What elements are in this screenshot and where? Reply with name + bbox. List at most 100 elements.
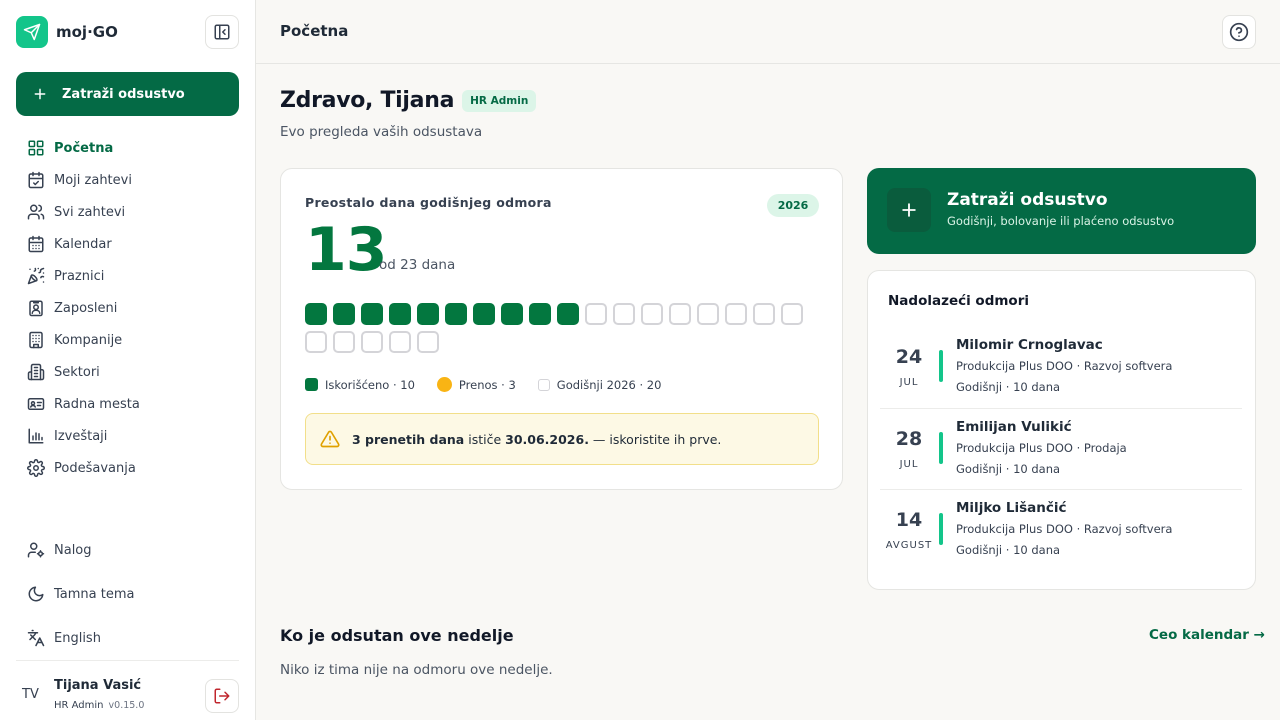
legend-carryover: Prenos · 3 — [436, 377, 516, 392]
legend-carryover-label: Prenos · 3 — [458, 377, 516, 392]
plus-icon — [887, 188, 931, 232]
remaining-days: 13 — [305, 215, 387, 285]
employee-name: Miljko Lišančić — [956, 500, 1067, 516]
vacation-bar — [939, 432, 943, 464]
employee-org: Produkcija Plus DOO · Razvoj softvera — [956, 359, 1173, 373]
day-cell-available — [725, 303, 747, 325]
employee-name: Emilijan Vulikić — [956, 419, 1072, 435]
request-leave-card[interactable]: Zatraži odsustvo Godišnji, bolovanje ili… — [867, 168, 1256, 254]
logout-button[interactable] — [205, 679, 239, 713]
vacation-month: AVGUST — [885, 540, 933, 551]
sidebar-item-kompanije[interactable]: Kompanije — [16, 324, 239, 356]
dark-theme-toggle[interactable]: Tamna tema — [16, 572, 239, 616]
sidebar-item-label: Izveštaji — [54, 428, 108, 444]
sidebar-item-pocetna[interactable]: Početna — [16, 132, 239, 164]
sidebar-item-izvestaji[interactable]: Izveštaji — [16, 420, 239, 452]
calendar-check-icon — [26, 170, 46, 190]
vacation-type: Godišnji · 10 dana — [956, 380, 1061, 394]
sidebar-item-label: Nalog — [54, 542, 92, 558]
calendar-icon — [26, 234, 46, 254]
day-cell-available — [361, 331, 383, 353]
vacation-day: 28 — [895, 428, 923, 450]
day-cell-available — [613, 303, 635, 325]
app-version: v0.15.0 — [108, 700, 145, 711]
sidebar-item-label: English — [54, 630, 101, 646]
vacation-type: Godišnji · 10 dana — [956, 543, 1061, 557]
collapse-sidebar-button[interactable] — [205, 15, 239, 49]
warning-text: 3 prenetih dana ističe 30.06.2026. — isk… — [352, 432, 721, 447]
vacation-bar — [939, 350, 943, 382]
sidebar-nav: Početna Moji zahtevi Svi zahtevi Kalenda… — [16, 132, 239, 484]
app-name: moj·GO — [56, 23, 118, 41]
sidebar-item-label: Početna — [54, 140, 114, 156]
request-card-title: Zatraži odsustvo — [947, 190, 1108, 210]
day-cell-available — [753, 303, 775, 325]
list-item[interactable]: 28 JUL Emilijan Vulikić Produkcija Plus … — [880, 408, 1242, 489]
day-cells — [305, 303, 809, 353]
legend-used-swatch — [305, 378, 318, 391]
dashboard-icon — [26, 138, 46, 158]
sidebar-item-podesavanja[interactable]: Podešavanja — [16, 452, 239, 484]
sidebar-item-kalendar[interactable]: Kalendar — [16, 228, 239, 260]
sidebar-item-label: Zaposleni — [54, 300, 118, 316]
day-cell-available — [389, 331, 411, 353]
buildings-icon — [26, 362, 46, 382]
day-cell-available — [641, 303, 663, 325]
sidebar-item-radna-mesta[interactable]: Radna mesta — [16, 388, 239, 420]
day-cell-used — [361, 303, 383, 325]
topbar: Početna — [256, 0, 1280, 64]
role-badge: HR Admin — [462, 89, 537, 112]
sidebar-item-sektori[interactable]: Sektori — [16, 356, 239, 388]
year-badge: 2026 — [767, 194, 819, 217]
leave-balance-card: Preostalo dana godišnjeg odmora 2026 13 … — [280, 168, 843, 490]
list-item[interactable]: 24 JUL Milomir Crnoglavac Produkcija Plu… — [880, 327, 1242, 408]
sidebar-item-praznici[interactable]: Praznici — [16, 260, 239, 292]
day-cell-available — [669, 303, 691, 325]
sidebar-item-label: Tamna tema — [54, 586, 135, 602]
user-profile: TV Tijana Vasić HR Admin v0.15.0 — [16, 660, 239, 720]
moon-icon — [26, 584, 46, 604]
day-cell-available — [333, 331, 355, 353]
user-cog-icon — [26, 540, 46, 560]
sidebar-item-label: Svi zahtevi — [54, 204, 126, 220]
vacation-month: JUL — [899, 459, 919, 470]
request-leave-button[interactable]: Zatraži odsustvo — [16, 72, 239, 116]
page-title: Početna — [280, 22, 349, 40]
greeting-title: Zdravo, Tijana — [280, 88, 455, 113]
greeting-subtitle: Evo pregleda vaših odsustava — [280, 124, 483, 140]
day-cell-available — [585, 303, 607, 325]
day-cell-used — [445, 303, 467, 325]
language-toggle[interactable]: English — [16, 616, 239, 660]
sidebar-item-label: Radna mesta — [54, 396, 140, 412]
day-cell-used — [557, 303, 579, 325]
upcoming-title: Nadolazeći odmori — [888, 293, 1029, 309]
users-icon — [26, 202, 46, 222]
sidebar-item-zaposleni[interactable]: Zaposleni — [16, 292, 239, 324]
upcoming-vacations-card: Nadolazeći odmori 24 JUL Milomir Crnogla… — [867, 270, 1256, 590]
full-calendar-link[interactable]: Ceo kalendar → — [1149, 627, 1265, 643]
total-days: od 23 dana — [379, 257, 456, 273]
day-cell-used — [501, 303, 523, 325]
list-item[interactable]: 14 AVGUST Miljko Lišančić Produkcija Plu… — [880, 489, 1242, 570]
help-button[interactable] — [1222, 15, 1256, 49]
brand[interactable]: moj·GO — [16, 16, 118, 48]
warning-text-1: ističe — [464, 431, 506, 447]
sidebar-item-nalog[interactable]: Nalog — [16, 528, 239, 572]
avatar[interactable]: TV — [22, 687, 39, 702]
absent-section-title: Ko je odsutan ove nedelje — [280, 626, 514, 645]
day-cell-available — [305, 331, 327, 353]
sidebar-item-label: Kompanije — [54, 332, 123, 348]
sidebar-item-label: Podešavanja — [54, 460, 136, 476]
carryover-warning: 3 prenetih dana ističe 30.06.2026. — isk… — [305, 413, 819, 465]
employee-name: Milomir Crnoglavac — [956, 337, 1103, 353]
sidebar-item-svi-zahtevi[interactable]: Svi zahtevi — [16, 196, 239, 228]
legend-carryover-swatch — [436, 377, 452, 392]
sidebar-item-moji-zahtevi[interactable]: Moji zahtevi — [16, 164, 239, 196]
building-icon — [26, 330, 46, 350]
sidebar: moj·GO Zatraži odsustvo Početna Moji zah… — [0, 0, 256, 720]
warning-days: 3 prenetih dana — [352, 431, 465, 447]
sidebar-item-label: Sektori — [54, 364, 100, 380]
sidebar-bottom-nav: Nalog Tamna tema English — [16, 528, 239, 660]
id-card-icon — [26, 394, 46, 414]
day-cell-used — [473, 303, 495, 325]
